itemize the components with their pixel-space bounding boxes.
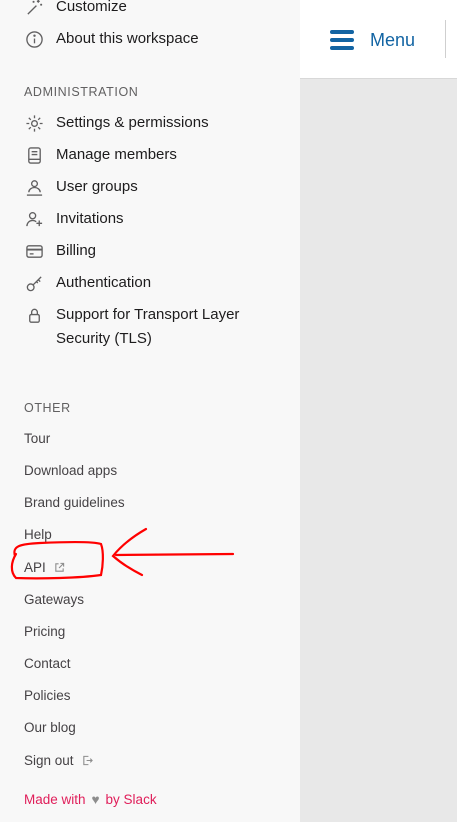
info-icon bbox=[24, 27, 44, 51]
magic-wand-icon bbox=[24, 0, 44, 19]
lock-icon bbox=[24, 303, 44, 327]
sidebar-item-label: Authentication bbox=[56, 274, 152, 291]
menu-button[interactable]: Menu bbox=[330, 26, 415, 54]
credit-card-icon bbox=[24, 239, 44, 263]
link-policies[interactable]: Policies bbox=[24, 688, 71, 703]
link-download-apps[interactable]: Download apps bbox=[24, 463, 117, 478]
link-sign-out[interactable]: Sign out bbox=[24, 753, 93, 769]
annotation-arrow-head bbox=[111, 527, 148, 577]
topbar: Menu bbox=[300, 0, 457, 79]
made-with-footer[interactable]: Made with ♥ by Slack bbox=[24, 792, 157, 807]
sidebar-item-label: Billing bbox=[56, 242, 97, 259]
sidebar-item-label: Settings & permissions bbox=[56, 114, 209, 131]
hamburger-icon bbox=[330, 30, 354, 50]
sidebar-item-authentication[interactable]: Authentication bbox=[24, 271, 151, 295]
menu-label: Menu bbox=[370, 29, 416, 50]
external-link-icon bbox=[54, 561, 65, 576]
sidebar-item-label: About this workspace bbox=[56, 30, 199, 47]
sidebar-item-billing[interactable]: Billing bbox=[24, 239, 96, 263]
sidebar-item-about-workspace[interactable]: About this workspace bbox=[24, 27, 199, 51]
annotation-arrow-shaft bbox=[114, 552, 235, 557]
link-help[interactable]: Help bbox=[24, 527, 52, 542]
link-api[interactable]: API bbox=[24, 560, 65, 576]
sidebar: Customize About this workspace ADMINISTR… bbox=[0, 0, 300, 822]
sidebar-item-label: Invitations bbox=[56, 210, 124, 227]
sidebar-item-label: User groups bbox=[56, 178, 138, 195]
link-gateways[interactable]: Gateways bbox=[24, 592, 84, 607]
sidebar-item-invitations[interactable]: Invitations bbox=[24, 207, 124, 231]
add-user-icon bbox=[24, 207, 44, 231]
heart-icon: ♥ bbox=[91, 792, 100, 807]
link-brand-guidelines[interactable]: Brand guidelines bbox=[24, 495, 125, 510]
key-icon bbox=[24, 271, 44, 295]
link-pricing[interactable]: Pricing bbox=[24, 624, 65, 639]
user-groups-icon bbox=[24, 175, 44, 199]
sidebar-item-settings-permissions[interactable]: Settings & permissions bbox=[24, 111, 209, 135]
link-contact[interactable]: Contact bbox=[24, 656, 71, 671]
link-our-blog[interactable]: Our blog bbox=[24, 720, 76, 735]
sidebar-item-customize[interactable]: Customize bbox=[24, 0, 127, 19]
link-label: Sign out bbox=[24, 753, 74, 768]
sidebar-item-label: Customize bbox=[56, 0, 127, 15]
section-title-administration: ADMINISTRATION bbox=[24, 85, 139, 99]
sidebar-item-label: Manage members bbox=[56, 146, 177, 163]
sign-out-icon bbox=[82, 754, 93, 769]
sidebar-item-tls-support[interactable]: Support for Transport Layer Security (TL… bbox=[24, 303, 239, 351]
link-label: API bbox=[24, 560, 46, 575]
section-title-other: OTHER bbox=[24, 401, 71, 415]
member-directory-icon bbox=[24, 143, 44, 167]
link-tour[interactable]: Tour bbox=[24, 431, 50, 446]
sidebar-item-manage-members[interactable]: Manage members bbox=[24, 143, 177, 167]
gear-icon bbox=[24, 111, 44, 135]
main-panel: Menu bbox=[300, 0, 457, 822]
sidebar-item-user-groups[interactable]: User groups bbox=[24, 175, 138, 199]
sidebar-item-label: Support for Transport Layer Security (TL… bbox=[56, 306, 240, 347]
topbar-divider bbox=[445, 20, 446, 58]
